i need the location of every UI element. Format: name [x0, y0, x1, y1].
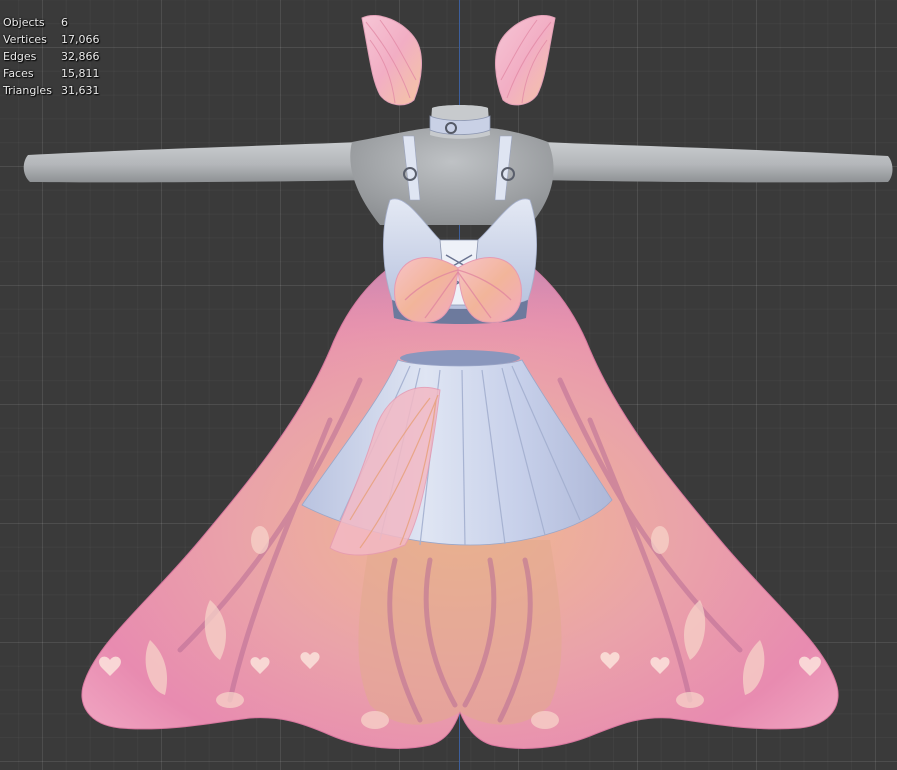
stat-value: 32,866: [61, 50, 100, 63]
stat-label: Vertices: [3, 33, 47, 46]
stat-label: Faces: [3, 67, 34, 80]
3d-viewport[interactable]: Objects 6 Vertices 17,066 Edges 32,866 F…: [0, 0, 897, 770]
stat-value: 31,631: [61, 84, 100, 97]
stat-row-faces: Faces 15,811: [3, 65, 100, 82]
stat-label: Triangles: [3, 84, 52, 97]
stat-row-vertices: Vertices 17,066: [3, 31, 100, 48]
model-scene[interactable]: [0, 0, 897, 770]
scene-statistics-overlay: Objects 6 Vertices 17,066 Edges 32,866 F…: [3, 14, 100, 99]
floating-wing-right[interactable]: [494, 14, 556, 106]
stat-row-triangles: Triangles 31,631: [3, 82, 100, 99]
stat-row-objects: Objects 6: [3, 14, 100, 31]
stat-label: Edges: [3, 50, 37, 63]
stat-value: 17,066: [61, 33, 100, 46]
floating-wing-left[interactable]: [361, 14, 423, 106]
stat-value: 6: [61, 16, 68, 29]
stat-label: Objects: [3, 16, 45, 29]
stat-row-edges: Edges 32,866: [3, 48, 100, 65]
stat-value: 15,811: [61, 67, 100, 80]
